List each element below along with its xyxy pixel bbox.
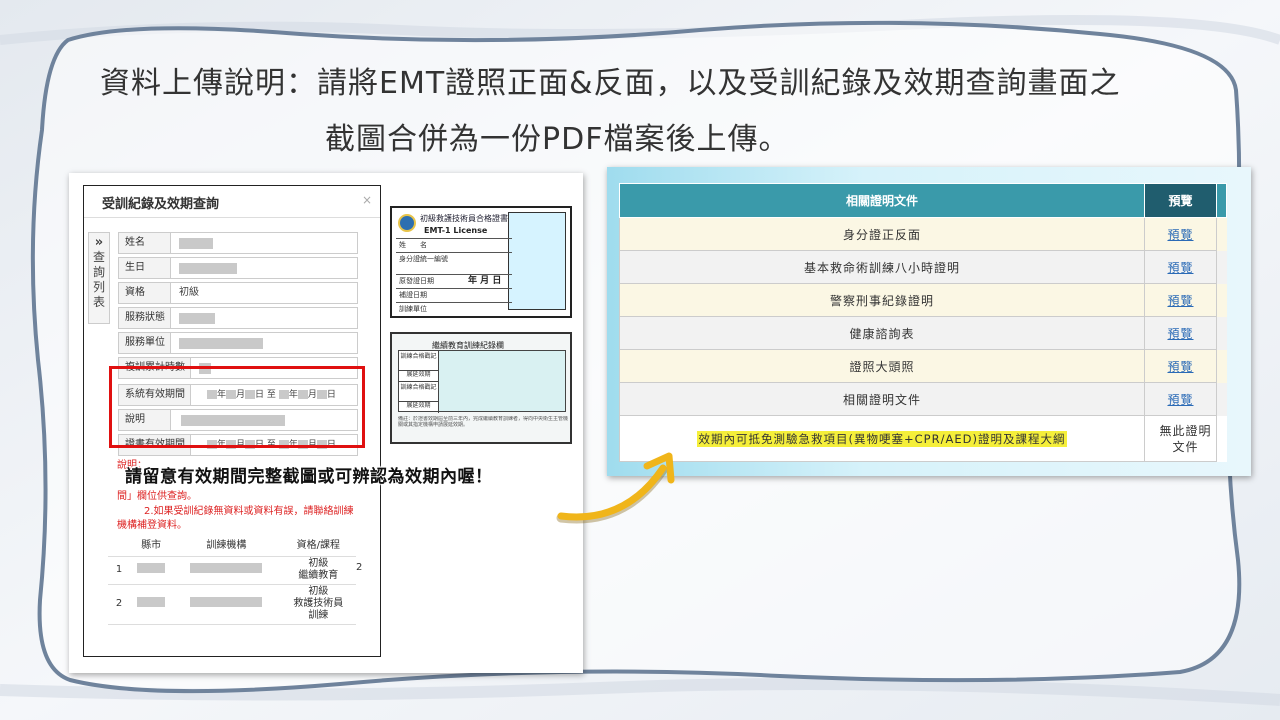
col-preview: 預覽: [1144, 183, 1217, 218]
preview-link[interactable]: 預覽: [1144, 250, 1217, 284]
red-note-4: 機構補登資料。: [117, 520, 187, 531]
validity-highlight-box: [109, 366, 365, 448]
field-qualification: 資格 初級: [118, 282, 358, 304]
document-name: 健康諮詢表: [619, 316, 1145, 350]
redacted-value: [137, 563, 166, 573]
col-county: 縣市: [130, 532, 173, 557]
license-card-back: 繼續教育訓練紀錄欄 訓練合格戳記 展延效期 訓練合格戳記 展延效期 備註：於證書…: [390, 332, 572, 444]
col-course: 資格/課程: [280, 532, 356, 557]
redacted-value: [179, 238, 213, 249]
license-row: 身分證統一編號: [396, 252, 512, 274]
red-note-2: 間」欄位供查詢。: [117, 491, 197, 502]
field-label: 服務狀態: [119, 308, 171, 328]
documents-table: 相關證明文件 預覽 身分證正反面 預覽 基本救命術訓練八小時證明 預覽 警察刑事…: [619, 183, 1227, 462]
document-name: 相關證明文件: [619, 382, 1145, 416]
modal-title: 受訓紀錄及效期查詢: [102, 197, 220, 212]
document-name: 警察刑事紀錄證明: [619, 283, 1145, 317]
preview-link[interactable]: 預覽: [1144, 316, 1217, 350]
documents-screenshot: 相關證明文件 預覽 身分證正反面 預覽 基本救命術訓練八小時證明 預覽 警察刑事…: [607, 167, 1251, 476]
table-row: 身分證正反面 預覽: [619, 217, 1227, 251]
no-document-note: 無此證明 文件: [1144, 415, 1217, 462]
license-row: 補證日期: [396, 288, 512, 302]
field-service-unit: 服務單位: [118, 332, 358, 354]
preview-link[interactable]: 預覽: [1144, 349, 1217, 383]
field-label: 資格: [119, 283, 171, 303]
redacted-value: [179, 313, 215, 324]
document-name: 效期內可抵免測驗急救項目(異物哽塞+CPR/AED)證明及課程大綱: [619, 415, 1145, 462]
redacted-value: [190, 597, 263, 607]
table-row: 警察刑事紀錄證明 預覽: [619, 283, 1227, 317]
license-card-front: 初級救護技術員合格證書 EMT-1 License 姓 名 身分證統一編號 原發…: [390, 206, 572, 318]
emblem-icon: [398, 214, 416, 232]
preview-link[interactable]: 預覽: [1144, 217, 1217, 251]
field-service-status: 服務狀態: [118, 307, 358, 329]
document-name: 基本救命術訓練八小時證明: [619, 250, 1145, 284]
fine-print: 備註：於證書效期屆至前三年內，完成繼續教育訓練者，得向中央衛生主管機關或其指定機…: [398, 416, 568, 428]
query-list-label: 查詢列表: [93, 250, 106, 309]
table-row: 效期內可抵免測驗急救項目(異物哽塞+CPR/AED)證明及課程大綱 無此證明 文…: [619, 415, 1227, 462]
modal-header: 受訓紀錄及效期查詢 ×: [84, 186, 380, 218]
field-birthday: 生日: [118, 257, 358, 279]
license-title: 初級救護技術員合格證書: [420, 214, 508, 223]
preview-link[interactable]: 預覽: [1144, 283, 1217, 317]
table-row: 1 初級 繼續教育: [108, 556, 356, 585]
field-label: 姓名: [119, 233, 171, 253]
field-name: 姓名: [118, 232, 358, 254]
instruction-line-2: 截圖合併為一份PDF檔案後上傳。: [325, 122, 790, 157]
chevron-right-icon: »: [94, 235, 104, 250]
query-list-tab[interactable]: » 查詢列表: [88, 232, 110, 324]
highlighted-text: 效期內可抵免測驗急救項目(異物哽塞+CPR/AED)證明及課程大綱: [696, 430, 1068, 447]
table-row: 相關證明文件 預覽: [619, 382, 1227, 416]
red-note-3: 2.如果受訓紀錄無資料或資料有誤，請聯絡訓練: [144, 506, 354, 517]
training-table: 縣市 訓練機構 資格/課程 1 初級 繼續教育 2 初級 救護技術員 訓練: [108, 532, 356, 625]
table-row: 健康諮詢表 預覽: [619, 316, 1227, 350]
col-institution: 訓練機構: [172, 532, 281, 557]
col-documents: 相關證明文件: [619, 183, 1145, 218]
preview-link[interactable]: 預覽: [1144, 382, 1217, 416]
document-name: 證照大頭照: [619, 349, 1145, 383]
field-value: 初級: [179, 287, 199, 298]
instruction-line-1: 資料上傳說明：請將EMT證照正面&反面，以及受訓紀錄及效期查詢畫面之: [100, 66, 1121, 101]
license-row: 姓 名: [396, 238, 512, 252]
redacted-value: [179, 338, 263, 349]
row-extra: 2: [356, 562, 363, 573]
redacted-value: [137, 597, 166, 607]
field-label: 生日: [119, 258, 171, 278]
table-row: 基本救命術訓練八小時證明 預覽: [619, 250, 1227, 284]
license-row: 訓練單位: [396, 302, 512, 316]
photo-placeholder: [508, 212, 566, 310]
curved-arrow-icon: [556, 452, 675, 524]
record-grid: 訓練合格戳記 展延效期 訓練合格戳記 展延效期: [398, 350, 566, 413]
table-row: 2 初級 救護技術員 訓練: [108, 584, 356, 625]
callout-text: 請留意有效期間完整截圖或可辨認為效期內喔！: [125, 467, 493, 487]
document-name: 身分證正反面: [619, 217, 1145, 251]
table-row: 證照大頭照 預覽: [619, 349, 1227, 383]
redacted-value: [190, 563, 263, 573]
license-subtitle: EMT-1 License: [424, 226, 488, 235]
close-icon[interactable]: ×: [362, 193, 372, 207]
redacted-value: [179, 263, 237, 274]
license-row: 原發證日期 年 月 日: [396, 274, 512, 288]
field-label: 服務單位: [119, 333, 171, 353]
